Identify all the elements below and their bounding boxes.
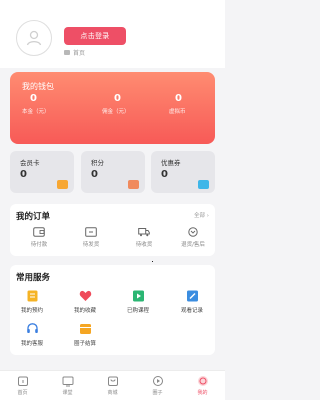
user-icon — [26, 30, 42, 46]
service-label: 观看记录 — [180, 308, 203, 314]
wallet-commission-label: 佣金（元） — [102, 109, 130, 115]
stat-label: 积分 — [91, 159, 104, 167]
service-icon — [26, 323, 38, 333]
order-pending-payment[interactable]: 待付款 — [22, 227, 56, 248]
orders-title: 我的订单 — [16, 212, 51, 222]
course-icon — [132, 290, 144, 302]
order-pending-receipt[interactable]: 待收货 — [127, 227, 161, 248]
order-label: 待付款 — [30, 242, 48, 248]
homepage-label: 首页 — [73, 50, 86, 57]
stat-value: 0 — [161, 169, 168, 180]
order-pending-shipment[interactable]: 待发货 — [74, 227, 108, 248]
tab-mall[interactable]: 商城 — [90, 371, 135, 400]
homepage-icon — [64, 50, 70, 55]
circle-settle-icon — [79, 324, 91, 334]
truck-icon — [138, 228, 150, 237]
wallet-title: 我的钱包 — [22, 82, 54, 91]
stat-label: 优惠券 — [161, 159, 181, 167]
stat-value: 0 — [20, 169, 27, 180]
orders-all-link[interactable]: 全部 › — [194, 211, 209, 219]
service-label: 我的客服 — [20, 341, 43, 347]
stray-dot — [152, 261, 153, 262]
refund-icon — [188, 227, 198, 237]
orders-section: 我的订单 全部 › 待付款 待发货 待收货 退货/售后 — [10, 204, 215, 256]
service-label: 已购课程 — [126, 308, 149, 314]
service-label: 我的预约 — [20, 308, 43, 314]
order-label: 待收货 — [135, 242, 153, 248]
service-favorites[interactable]: 我的收藏 — [66, 290, 104, 314]
service-circle-settlement[interactable]: 圈子结算 — [66, 323, 104, 347]
services-section: 常用服务 我的预约 我的收藏 已购课程 观看记录 我的客服 圈子结算 — [10, 265, 215, 355]
tab-mine[interactable]: 我的 — [180, 371, 225, 400]
wallet-coin-value: 0 — [175, 93, 182, 104]
coupon-stat[interactable]: 优惠券 0 — [151, 151, 215, 193]
service-purchased-courses[interactable]: 已购课程 — [119, 290, 157, 314]
wallet-principal-label: 本金（元） — [22, 109, 50, 115]
services-title: 常用服务 — [16, 273, 51, 283]
service-customer-support[interactable]: 我的客服 — [13, 323, 51, 347]
wallet-card[interactable]: 我的钱包 0 本金（元） 0 佣金（元） 0 虚拟币 — [10, 72, 215, 144]
stat-label: 会员卡 — [20, 159, 40, 167]
tab-circle[interactable]: 圈子 — [135, 371, 180, 400]
tab-label: 首页 — [17, 390, 28, 396]
stat-value: 0 — [91, 169, 98, 180]
heart-icon — [79, 290, 91, 301]
member-card-stat[interactable]: 会员卡 0 — [10, 151, 74, 193]
bottom-tab-bar: 首页 课堂 商城 圈子 我的 — [0, 370, 225, 400]
tab-label: 我的 — [197, 390, 208, 396]
service-watch-history[interactable]: 观看记录 — [173, 290, 211, 314]
wallet-icon — [33, 227, 45, 237]
avatar[interactable] — [16, 20, 52, 56]
mine-icon — [197, 376, 208, 386]
coupon-icon — [198, 180, 209, 189]
box-icon — [85, 227, 97, 237]
wallet-coin-label: 虚拟币 — [169, 109, 186, 115]
tab-label: 圈子 — [152, 390, 163, 396]
wallet-principal-value: 0 — [30, 93, 37, 104]
orders-all-label: 全部 — [194, 213, 206, 219]
history-icon — [186, 290, 198, 302]
login-button[interactable]: 点击登录 — [64, 27, 126, 45]
appointment-icon — [27, 290, 37, 302]
homepage-link[interactable]: 首页 — [64, 48, 85, 57]
tab-label: 商城 — [107, 390, 118, 396]
home-icon — [17, 376, 28, 386]
card-icon — [57, 180, 68, 189]
profile-header: 点击登录 首页 — [0, 0, 225, 68]
order-label: 退货/售后 — [181, 242, 205, 248]
points-stat[interactable]: 积分 0 — [81, 151, 145, 193]
service-appointment[interactable]: 我的预约 — [13, 290, 51, 314]
circle-icon — [152, 376, 163, 386]
classroom-icon — [62, 376, 73, 387]
tab-classroom[interactable]: 课堂 — [45, 371, 90, 400]
tab-home[interactable]: 首页 — [0, 371, 45, 400]
mall-icon — [107, 376, 118, 386]
service-label: 圈子结算 — [73, 341, 96, 347]
service-label: 我的收藏 — [73, 308, 96, 314]
tab-label: 课堂 — [62, 390, 73, 396]
order-refund[interactable]: 退货/售后 — [176, 227, 210, 248]
order-label: 待发货 — [82, 242, 100, 248]
points-icon — [128, 180, 139, 189]
wallet-commission-value: 0 — [114, 93, 121, 104]
